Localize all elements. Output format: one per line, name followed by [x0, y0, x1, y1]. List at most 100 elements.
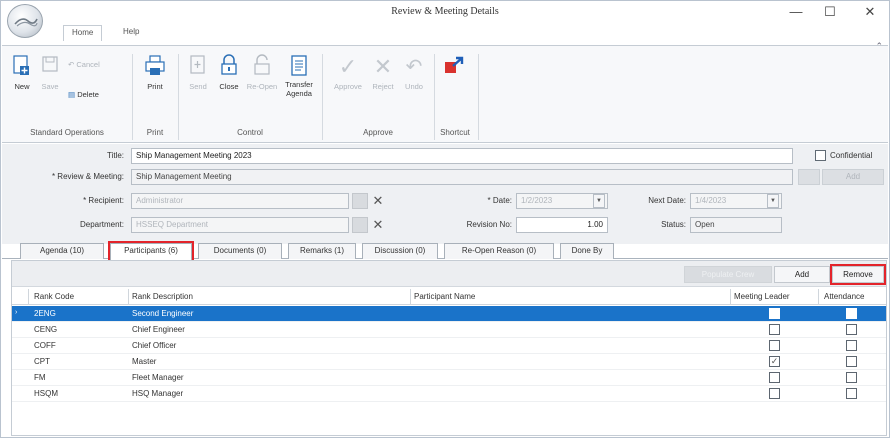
attendance-checkbox[interactable]: [846, 356, 857, 367]
recipient-lookup-button[interactable]: [352, 193, 368, 209]
meeting-leader-checkbox[interactable]: [769, 340, 780, 351]
table-row[interactable]: COFF Chief Officer: [12, 338, 886, 354]
title-input[interactable]: Ship Management Meeting 2023: [131, 148, 793, 164]
col-rank-description[interactable]: Rank Description: [132, 292, 193, 301]
save-button[interactable]: Save: [38, 54, 62, 91]
next-date-label: Next Date:: [648, 196, 686, 205]
tab-reopen-reason[interactable]: Re-Open Reason (0): [444, 243, 554, 259]
reopen-button[interactable]: Re-Open: [246, 54, 278, 91]
status-value: Open: [690, 217, 782, 233]
table-row[interactable]: CENG Chief Engineer: [12, 322, 886, 338]
table-row[interactable]: FM Fleet Manager: [12, 370, 886, 386]
close-window-button[interactable]: ✕: [859, 3, 881, 21]
meeting-leader-checkbox[interactable]: ✓: [769, 356, 780, 367]
review-meeting-input[interactable]: Ship Management Meeting: [131, 169, 793, 185]
clear-recipient-icon[interactable]: ✕: [370, 193, 386, 209]
send-icon: [190, 55, 205, 74]
col-attendance[interactable]: Attendance: [824, 292, 864, 301]
review-meeting-label: * Review & Meeting:: [51, 172, 124, 181]
attendance-checkbox[interactable]: [846, 372, 857, 383]
x-icon: ✕: [373, 54, 393, 79]
column-divider: [28, 289, 29, 305]
side-add-button[interactable]: Add: [822, 169, 884, 185]
table-row[interactable]: CPT Master ✓: [12, 354, 886, 370]
transfer-agenda-button[interactable]: Transfer Agenda: [281, 54, 317, 98]
column-divider: [818, 289, 819, 305]
app-logo-icon[interactable]: [7, 4, 43, 38]
new-document-icon: [13, 55, 29, 75]
reject-button[interactable]: ✕ Reject: [368, 54, 398, 91]
print-button[interactable]: Print: [140, 54, 170, 91]
rank-code-cell: CENG: [34, 325, 58, 334]
attendance-checkbox[interactable]: [846, 340, 857, 351]
table-row[interactable]: › 2ENG Second Engineer: [12, 306, 886, 322]
app-window: Review & Meeting Details — ☐ ✕ Home Help…: [0, 0, 890, 438]
col-rank-code[interactable]: Rank Code: [34, 292, 74, 301]
date-label: * Date:: [487, 196, 512, 205]
side-square-button[interactable]: [798, 169, 820, 185]
attendance-checkbox[interactable]: [846, 388, 857, 399]
save-icon: [42, 56, 58, 72]
rank-description-cell: Second Engineer: [132, 309, 194, 318]
rank-description-cell: Fleet Manager: [132, 373, 184, 382]
tab-done-by[interactable]: Done By: [560, 243, 614, 259]
rank-code-cell: COFF: [34, 341, 56, 350]
date-dropdown-icon[interactable]: ▼: [593, 194, 605, 208]
group-control: Control: [237, 128, 263, 137]
meeting-leader-checkbox[interactable]: [769, 372, 780, 383]
tab-agenda[interactable]: Agenda (10): [20, 243, 104, 259]
lock-icon: [221, 54, 237, 75]
new-label: New: [14, 82, 30, 91]
rank-code-cell: HSQM: [34, 389, 58, 398]
tab-remarks[interactable]: Remarks (1): [288, 243, 356, 259]
minimize-button[interactable]: —: [785, 3, 807, 21]
maximize-button[interactable]: ☐: [819, 3, 841, 21]
department-input[interactable]: HSSEQ Department: [131, 217, 349, 233]
attendance-checkbox[interactable]: [846, 308, 857, 319]
clear-department-icon[interactable]: ✕: [370, 217, 386, 233]
col-meeting-leader[interactable]: Meeting Leader: [734, 292, 790, 301]
meeting-leader-checkbox[interactable]: [769, 324, 780, 335]
populate-button[interactable]: Populate Crew: [684, 266, 772, 283]
meeting-leader-checkbox[interactable]: [769, 388, 780, 399]
undo-icon: ↶: [405, 56, 423, 78]
tab-home[interactable]: Home: [63, 25, 103, 41]
detail-tabs: Agenda (10) Participants (6) Documents (…: [2, 241, 888, 262]
shortcut-button[interactable]: [440, 54, 468, 80]
rank-code-cell: CPT: [34, 357, 50, 366]
reopen-label: Re-Open: [246, 82, 278, 91]
group-approve: Approve: [363, 128, 393, 137]
agenda-icon: [291, 55, 307, 76]
undo-button[interactable]: ↶ Undo: [400, 54, 428, 91]
column-divider: [410, 289, 411, 305]
next-date-dropdown-icon[interactable]: ▼: [767, 194, 779, 208]
recipient-input[interactable]: Administrator: [131, 193, 349, 209]
attendance-checkbox[interactable]: [846, 324, 857, 335]
tab-participants[interactable]: Participants (6): [108, 241, 194, 262]
tab-help[interactable]: Help: [123, 25, 139, 41]
printer-icon: [145, 55, 165, 75]
column-divider: [128, 289, 129, 305]
close-record-button[interactable]: Close: [215, 54, 243, 91]
department-lookup-button[interactable]: [352, 217, 368, 233]
remove-participant-button[interactable]: Remove: [830, 264, 886, 285]
cancel-button[interactable]: ↶ Cancel: [68, 60, 112, 69]
delete-icon: ▤: [68, 90, 76, 99]
tab-discussion[interactable]: Discussion (0): [362, 243, 438, 259]
title-bar: Review & Meeting Details — ☐ ✕: [1, 1, 889, 23]
checkmark-icon: ✓: [338, 54, 358, 79]
add-participant-button[interactable]: Add: [774, 266, 830, 283]
confidential-checkbox[interactable]: [815, 150, 826, 161]
revision-input[interactable]: 1.00: [516, 217, 608, 233]
cancel-label: Cancel: [76, 60, 100, 69]
new-button[interactable]: New: [10, 54, 34, 91]
grid-toolbar: Populate Crew Add Remove: [12, 261, 886, 287]
send-button[interactable]: Send: [184, 54, 212, 91]
delete-button[interactable]: ▤ Delete: [68, 90, 112, 99]
approve-button[interactable]: ✓ Approve: [330, 54, 366, 91]
group-separator: [132, 54, 133, 140]
table-row[interactable]: HSQM HSQ Manager: [12, 386, 886, 402]
col-participant-name[interactable]: Participant Name: [414, 292, 475, 301]
meeting-leader-checkbox[interactable]: [769, 308, 780, 319]
tab-documents[interactable]: Documents (0): [198, 243, 282, 259]
